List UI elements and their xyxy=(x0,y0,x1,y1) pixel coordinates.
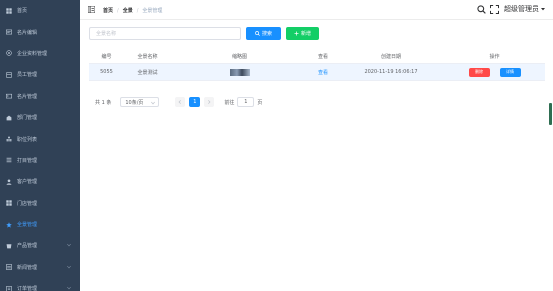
search-button[interactable]: 搜索 xyxy=(246,27,281,40)
cell-actions: 删除 详情 xyxy=(444,64,545,80)
chevron-down-icon xyxy=(67,286,71,290)
column-header-actions: 操作 xyxy=(489,53,500,60)
staff-icon xyxy=(6,72,12,78)
store-icon xyxy=(6,200,12,206)
breadcrumb-current: 全景管理 xyxy=(142,8,163,14)
sidebar-item-label: 全景管理 xyxy=(17,222,38,229)
cell-created-date: 2020-11-19 16:06:17 xyxy=(364,69,418,75)
scrollbar-handle[interactable] xyxy=(549,103,552,125)
sidebar-item[interactable]: 名片管理 xyxy=(0,86,80,107)
chevron-down-icon xyxy=(67,243,71,247)
add-button-label: 新增 xyxy=(300,31,311,37)
sidebar-item[interactable]: 企业资料管理 xyxy=(0,43,80,64)
sidebar-item-label: 门店管理 xyxy=(17,200,38,207)
breadcrumb-home[interactable]: 首页 xyxy=(103,7,113,14)
header-actions: 超级管理员 xyxy=(473,4,545,14)
sidebar-item[interactable]: 客户管理 xyxy=(0,171,80,192)
column-header-id: 编号 xyxy=(101,53,112,60)
page-size-value: 10条/页 xyxy=(125,99,144,106)
sidebar-item-label: 新闻管理 xyxy=(17,264,38,271)
sidebar-item[interactable]: 首页 xyxy=(0,0,80,21)
panorama-name-search-input[interactable] xyxy=(89,27,241,40)
sidebar-item-label: 客户管理 xyxy=(17,179,38,186)
news-icon xyxy=(6,264,12,271)
product-icon xyxy=(6,243,12,249)
position-icon xyxy=(6,136,12,142)
star-icon xyxy=(6,221,12,228)
next-page-button[interactable] xyxy=(204,97,215,107)
sidebar-item[interactable]: 打目管理 xyxy=(0,150,80,171)
dashboard-icon xyxy=(6,7,12,14)
sidebar-item[interactable]: 门店管理 xyxy=(0,193,80,214)
sidebar-item-label: 产品管理 xyxy=(17,243,38,250)
thumbnail-image[interactable] xyxy=(229,68,250,76)
chevron-down-icon xyxy=(67,265,71,269)
customer-icon xyxy=(6,179,12,185)
company-icon xyxy=(6,50,12,57)
goto-page-input[interactable]: 1 xyxy=(237,97,255,107)
sidebar-item[interactable]: 员工管理 xyxy=(0,64,80,85)
list-icon xyxy=(6,157,12,163)
cell-id: 5055 xyxy=(100,69,113,75)
sidebar-item[interactable]: 部门管理 xyxy=(0,107,80,128)
breadcrumb-panorama[interactable]: 全景 xyxy=(123,7,133,14)
search-icon[interactable] xyxy=(477,4,486,14)
breadcrumb: 首页 / 全景 / 全景管理 xyxy=(103,7,163,15)
plus-icon xyxy=(294,31,299,36)
sidebar-item[interactable]: 新闻管理 xyxy=(0,257,80,278)
detail-button[interactable]: 详情 xyxy=(499,67,521,77)
sidebar-item[interactable]: 名片编辑 xyxy=(0,21,80,42)
sidebar-item-label: 部门管理 xyxy=(17,115,38,122)
caret-down-icon[interactable] xyxy=(541,7,545,11)
search-icon xyxy=(255,31,260,36)
breadcrumb-separator: / xyxy=(117,7,119,14)
fullscreen-icon[interactable] xyxy=(490,4,499,14)
sidebar-item-label: 名片编辑 xyxy=(17,29,38,36)
sidebar-item[interactable]: 订单管理 xyxy=(0,278,80,291)
sidebar-item[interactable]: 全景管理 xyxy=(0,214,80,235)
goto-label: 前往 xyxy=(224,99,235,106)
user-name[interactable]: 超级管理员 xyxy=(504,4,539,14)
department-icon xyxy=(6,115,12,121)
sidebar-item-label: 订单管理 xyxy=(17,286,38,291)
delete-button[interactable]: 删除 xyxy=(468,67,490,77)
cell-thumbnail xyxy=(171,64,308,80)
sidebar-item-label: 打目管理 xyxy=(17,157,38,164)
hamburger-icon[interactable] xyxy=(88,6,95,13)
table-row: 5055 全景测试 查看 2020-11-19 16:06:17 删除 详情 xyxy=(89,64,545,81)
table-header: 编号 全景名称 缩略图 查看 创建日期 操作 xyxy=(89,49,545,64)
chevron-down-icon xyxy=(151,101,156,105)
column-header-thumbnail: 缩略图 xyxy=(231,53,247,60)
search-button-label: 搜索 xyxy=(261,31,272,37)
page-number-current[interactable]: 1 xyxy=(189,97,201,107)
column-header-created-date: 创建日期 xyxy=(380,53,401,60)
pagination-total: 共 1 条 xyxy=(95,99,112,106)
sidebar: 首页名片编辑企业资料管理 员工管理名片管理部门管理职位列表打目管理客户管理门店管理… xyxy=(0,0,80,291)
order-icon xyxy=(6,285,12,291)
card-icon xyxy=(6,93,12,99)
panorama-table: 编号 全景名称 缩略图 查看 创建日期 操作 5055 全景测试 查看 2020… xyxy=(89,49,545,81)
sidebar-item-label: 名片管理 xyxy=(17,93,38,100)
column-header-name: 全景名称 xyxy=(137,53,158,60)
sidebar-item[interactable]: 职位列表 xyxy=(0,128,80,149)
top-navbar: 首页 / 全景 / 全景管理 超级管理员 xyxy=(80,0,553,20)
chevron-left-icon xyxy=(178,100,182,104)
card-edit-icon xyxy=(6,29,12,35)
breadcrumb-separator: / xyxy=(136,7,139,14)
pagination: 共 1 条 10条/页 1 前往 1 页 xyxy=(95,97,262,107)
chevron-right-icon xyxy=(208,100,211,104)
sidebar-item-label: 首页 xyxy=(17,8,28,15)
sidebar-item-label: 员工管理 xyxy=(17,72,38,79)
add-button[interactable]: 新增 xyxy=(286,27,319,40)
prev-page-button[interactable] xyxy=(175,97,186,107)
goto-page-unit: 页 xyxy=(257,99,263,106)
cell-name: 全景测试 xyxy=(137,69,158,76)
view-link[interactable]: 查看 xyxy=(318,69,328,76)
page-size-select[interactable]: 10条/页 xyxy=(120,97,160,107)
sidebar-item-label: 职位列表 xyxy=(17,136,38,143)
sidebar-item[interactable]: 产品管理 xyxy=(0,235,80,256)
cell-view: 查看 xyxy=(308,64,338,80)
sidebar-item-label: 企业资料管理 xyxy=(17,50,48,57)
column-header-view: 查看 xyxy=(317,53,328,60)
